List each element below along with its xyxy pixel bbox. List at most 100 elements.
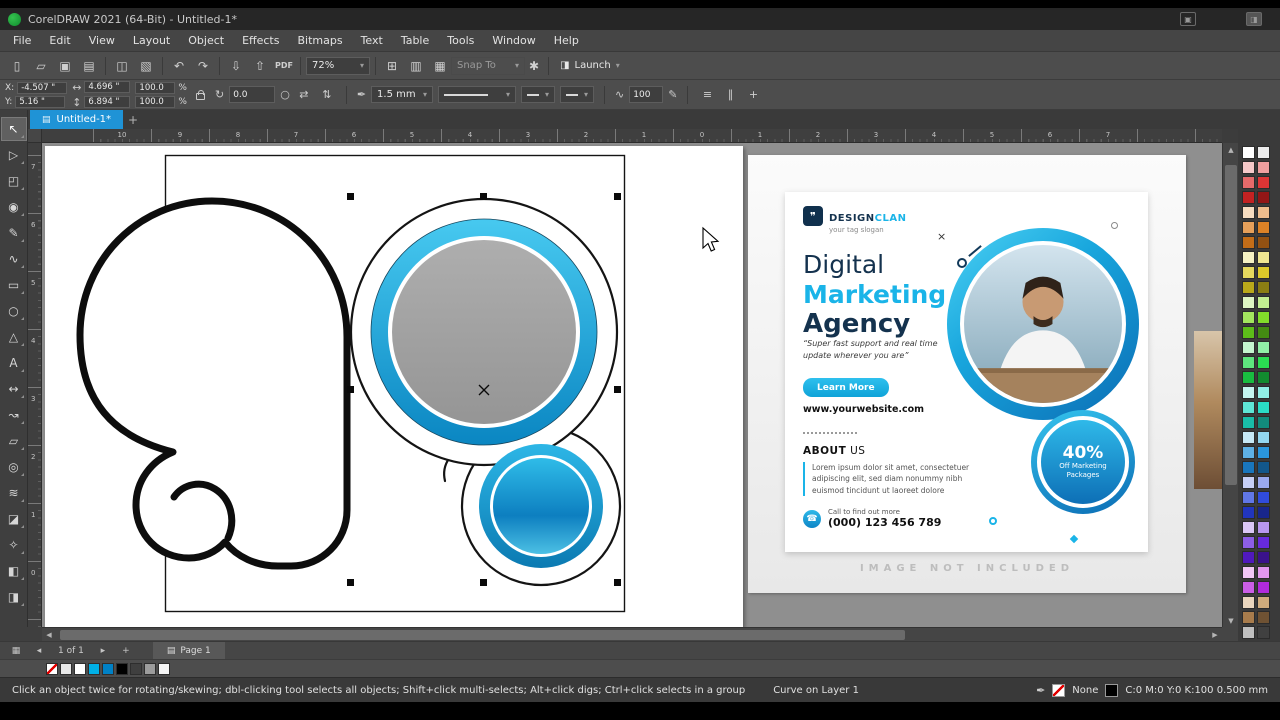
smoothing-field[interactable]: 100	[629, 86, 664, 103]
zoom-tool[interactable]: ◉	[2, 196, 26, 218]
doc-color-swatch[interactable]	[144, 662, 156, 675]
palette-swatch[interactable]	[1257, 461, 1270, 474]
start-arrowhead-select[interactable]: ▾	[521, 86, 556, 103]
palette-swatch[interactable]	[1257, 191, 1270, 204]
snap-to-dropdown[interactable]: Snap To ▾	[451, 56, 525, 75]
scale-y-field[interactable]: 100.0	[135, 95, 176, 108]
palette-swatch[interactable]	[1242, 551, 1255, 564]
palette-swatch[interactable]	[1257, 416, 1270, 429]
palette-swatch[interactable]	[1242, 206, 1255, 219]
palette-swatch[interactable]	[1242, 401, 1255, 414]
palette-swatch[interactable]	[1257, 266, 1270, 279]
connector-tool[interactable]: ↝	[2, 404, 26, 426]
scroll-down-icon[interactable]: ▼	[1223, 614, 1239, 627]
redo-button[interactable]: ↷	[192, 56, 214, 76]
palette-swatch[interactable]	[1242, 251, 1255, 264]
pick-tool[interactable]: ↖	[0, 117, 27, 141]
palette-swatch[interactable]	[1242, 296, 1255, 309]
palette-swatch[interactable]	[1242, 596, 1255, 609]
palette-swatch[interactable]	[1257, 221, 1270, 234]
show-grid-button[interactable]: ▦	[429, 56, 451, 76]
palette-swatch[interactable]	[1242, 581, 1255, 594]
palette-swatch[interactable]	[1242, 626, 1255, 639]
add-property-button[interactable]: +	[744, 86, 762, 104]
menu-object[interactable]: Object	[179, 31, 233, 50]
open-button[interactable]: ▱	[30, 56, 52, 76]
smart-fill-tool[interactable]: ◨	[2, 586, 26, 608]
palette-swatch[interactable]	[1242, 416, 1255, 429]
y-position-field[interactable]: 5.16 "	[15, 95, 66, 108]
palette-swatch[interactable]	[1242, 491, 1255, 504]
page-sorter-button[interactable]: ▦	[8, 644, 24, 658]
palette-swatch[interactable]	[1257, 551, 1270, 564]
shape-tool[interactable]: ▷	[2, 144, 26, 166]
mirror-vertical-button[interactable]: ⇅	[318, 86, 336, 104]
import-button[interactable]: ⇩	[225, 56, 247, 76]
contour-tool[interactable]: ◎	[2, 456, 26, 478]
crop-tool[interactable]: ◰	[2, 170, 26, 192]
palette-swatch[interactable]	[1257, 431, 1270, 444]
palette-swatch[interactable]	[1257, 161, 1270, 174]
doc-color-swatch[interactable]	[116, 662, 128, 675]
show-rulers-button[interactable]: ▥	[405, 56, 427, 76]
document-tab-active[interactable]: ▤ Untitled-1*	[30, 110, 124, 129]
palette-swatch[interactable]	[1242, 176, 1255, 189]
palette-swatch[interactable]	[1257, 446, 1270, 459]
previous-page-button[interactable]: ◂	[31, 644, 47, 658]
no-color-swatch[interactable]	[46, 662, 58, 675]
palette-swatch[interactable]	[1257, 611, 1270, 624]
rotation-angle-field[interactable]: 0.0	[229, 86, 276, 103]
palette-swatch[interactable]	[1242, 431, 1255, 444]
palette-swatch[interactable]	[1242, 386, 1255, 399]
freehand-tool[interactable]: ✎	[2, 222, 26, 244]
palette-swatch[interactable]	[1257, 146, 1270, 159]
fullscreen-preview-button[interactable]: ⊞	[381, 56, 403, 76]
palette-swatch[interactable]	[1242, 461, 1255, 474]
menu-effects[interactable]: Effects	[233, 31, 288, 50]
lock-ratio-button[interactable]	[192, 86, 210, 104]
palette-swatch[interactable]	[1257, 536, 1270, 549]
palette-swatch[interactable]	[1242, 566, 1255, 579]
palette-swatch[interactable]	[1257, 236, 1270, 249]
palette-swatch[interactable]	[1242, 506, 1255, 519]
menu-view[interactable]: View	[80, 31, 124, 50]
new-document-button[interactable]: ▯	[6, 56, 28, 76]
ellipse-tool[interactable]: ○	[2, 300, 26, 322]
palette-swatch[interactable]	[1257, 626, 1270, 639]
add-page-button[interactable]: +	[118, 644, 134, 658]
menu-tools[interactable]: Tools	[438, 31, 483, 50]
palette-swatch[interactable]	[1257, 326, 1270, 339]
palette-swatch[interactable]	[1257, 476, 1270, 489]
outline-width-select[interactable]: 1.5 mm ▾	[371, 86, 434, 103]
palette-swatch[interactable]	[1242, 356, 1255, 369]
scroll-up-icon[interactable]: ▲	[1223, 143, 1239, 156]
blend-tool[interactable]: ≋	[2, 482, 26, 504]
doc-color-swatch[interactable]	[158, 662, 170, 675]
text-properties-button[interactable]: ≡	[698, 86, 716, 104]
doc-color-swatch[interactable]	[88, 662, 100, 675]
palette-swatch[interactable]	[1242, 311, 1255, 324]
object-width-field[interactable]: 4.696 "	[84, 81, 131, 93]
workspace-icon[interactable]: ▣	[1180, 12, 1196, 26]
ruler-origin-corner[interactable]	[28, 129, 42, 143]
menu-file[interactable]: File	[4, 31, 40, 50]
palette-swatch[interactable]	[1257, 596, 1270, 609]
palette-swatch[interactable]	[1257, 566, 1270, 579]
doc-color-swatch[interactable]	[130, 662, 142, 675]
palette-swatch[interactable]	[1242, 236, 1255, 249]
palette-swatch[interactable]	[1242, 221, 1255, 234]
menu-edit[interactable]: Edit	[40, 31, 79, 50]
palette-swatch[interactable]	[1242, 161, 1255, 174]
palette-swatch[interactable]	[1257, 371, 1270, 384]
menu-text[interactable]: Text	[352, 31, 392, 50]
text-tool[interactable]: A	[2, 352, 26, 374]
palette-swatch[interactable]	[1257, 281, 1270, 294]
palette-swatch[interactable]	[1257, 356, 1270, 369]
menu-help[interactable]: Help	[545, 31, 588, 50]
x-position-field[interactable]: -4.507 "	[17, 81, 68, 94]
vertical-scrollbar[interactable]: ▲ ▼	[1222, 143, 1238, 627]
palette-swatch[interactable]	[1242, 446, 1255, 459]
vertical-scroll-thumb[interactable]	[1225, 165, 1237, 485]
polygon-tool[interactable]: △	[2, 326, 26, 348]
horizontal-scrollbar[interactable]: ◀ ▶	[42, 627, 1222, 641]
